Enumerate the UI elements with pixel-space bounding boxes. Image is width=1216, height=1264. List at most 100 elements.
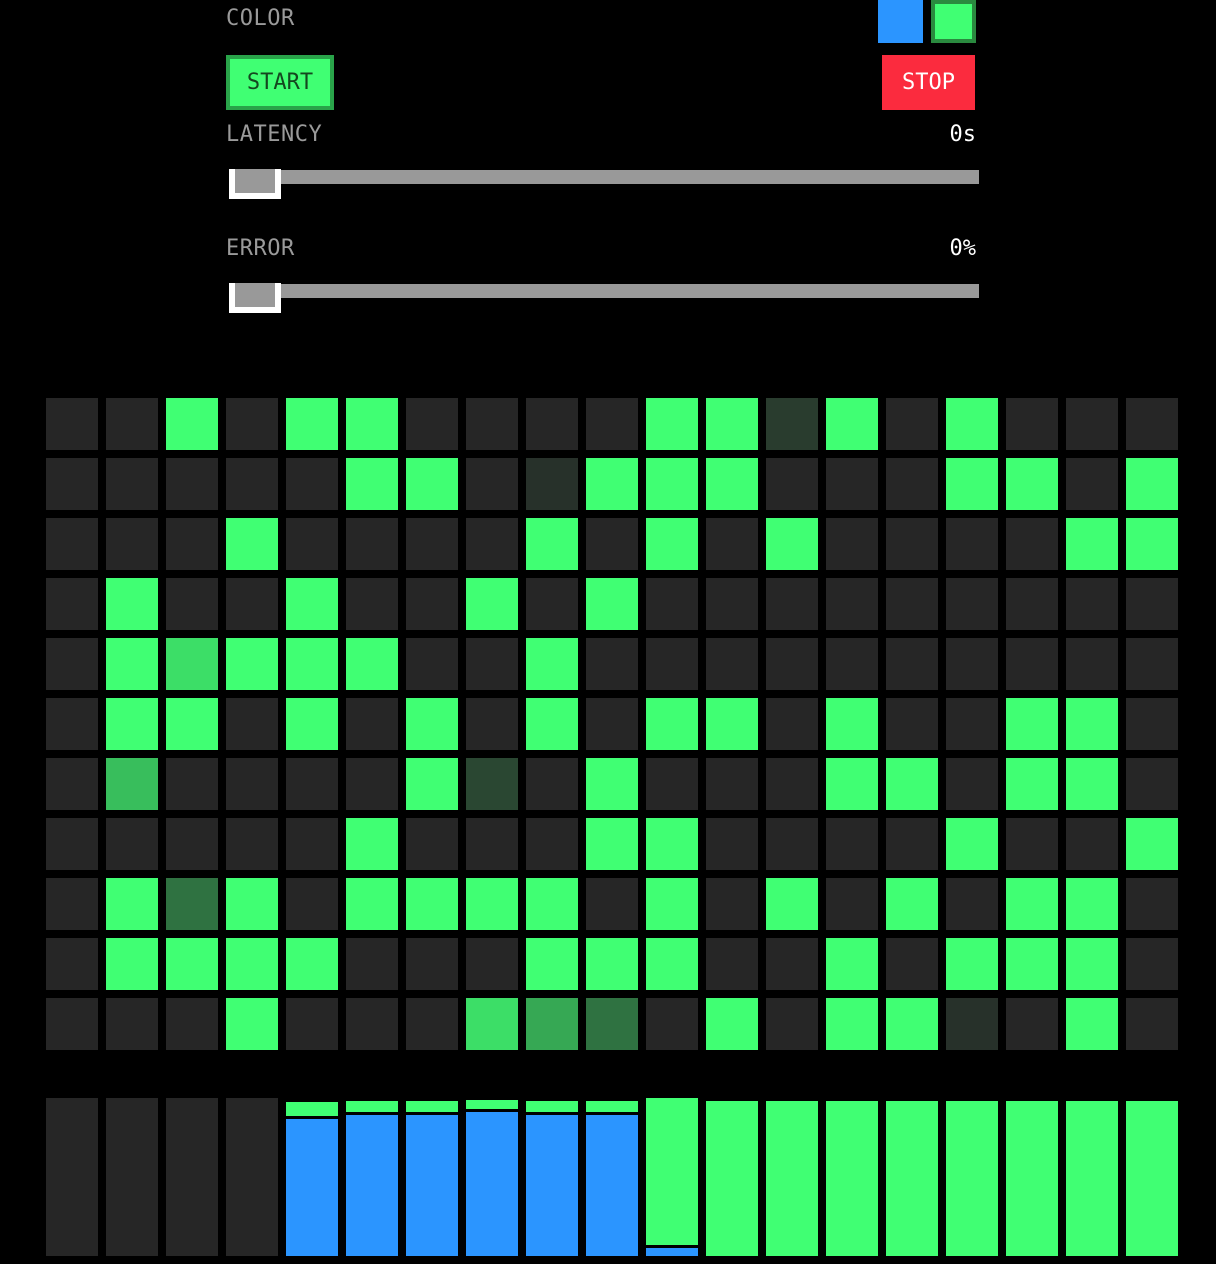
grid-cell[interactable] [946, 458, 998, 510]
grid-cell[interactable] [946, 698, 998, 750]
grid-cell[interactable] [466, 578, 518, 630]
grid-cell[interactable] [886, 698, 938, 750]
grid-cell[interactable] [1126, 938, 1178, 990]
grid-cell[interactable] [346, 458, 398, 510]
grid-cell[interactable] [166, 398, 218, 450]
latency-slider-thumb[interactable] [229, 169, 281, 199]
grid-cell[interactable] [106, 578, 158, 630]
grid-cell[interactable] [766, 638, 818, 690]
grid-cell[interactable] [946, 818, 998, 870]
grid-cell[interactable] [346, 878, 398, 930]
grid-cell[interactable] [646, 698, 698, 750]
grid-cell[interactable] [586, 518, 638, 570]
grid-cell[interactable] [1126, 818, 1178, 870]
grid-cell[interactable] [1066, 938, 1118, 990]
grid-cell[interactable] [646, 818, 698, 870]
grid-cell[interactable] [526, 878, 578, 930]
grid-cell[interactable] [466, 398, 518, 450]
grid-cell[interactable] [286, 938, 338, 990]
grid-cell[interactable] [46, 818, 98, 870]
grid-cell[interactable] [1066, 878, 1118, 930]
grid-cell[interactable] [226, 878, 278, 930]
grid-cell[interactable] [766, 758, 818, 810]
grid-cell[interactable] [1066, 518, 1118, 570]
grid-cell[interactable] [346, 398, 398, 450]
grid-cell[interactable] [226, 758, 278, 810]
grid-cell[interactable] [1006, 758, 1058, 810]
grid-cell[interactable] [526, 518, 578, 570]
grid-cell[interactable] [1006, 518, 1058, 570]
grid-cell[interactable] [1006, 638, 1058, 690]
grid-cell[interactable] [286, 698, 338, 750]
grid-cell[interactable] [406, 578, 458, 630]
grid-cell[interactable] [1066, 578, 1118, 630]
grid-cell[interactable] [226, 458, 278, 510]
grid-cell[interactable] [946, 578, 998, 630]
grid-cell[interactable] [766, 818, 818, 870]
grid-cell[interactable] [166, 938, 218, 990]
grid-cell[interactable] [106, 398, 158, 450]
grid-cell[interactable] [826, 578, 878, 630]
grid-cell[interactable] [646, 638, 698, 690]
grid-cell[interactable] [826, 698, 878, 750]
error-slider-track[interactable] [229, 284, 979, 298]
grid-cell[interactable] [1006, 818, 1058, 870]
error-slider-thumb[interactable] [229, 283, 281, 313]
grid-cell[interactable] [706, 998, 758, 1050]
grid-cell[interactable] [46, 578, 98, 630]
grid-cell[interactable] [166, 758, 218, 810]
start-button[interactable]: START [226, 55, 334, 110]
grid-cell[interactable] [1006, 998, 1058, 1050]
grid-cell[interactable] [406, 458, 458, 510]
grid-cell[interactable] [886, 878, 938, 930]
grid-cell[interactable] [1066, 638, 1118, 690]
stop-button[interactable]: STOP [882, 55, 975, 110]
grid-cell[interactable] [886, 758, 938, 810]
grid-cell[interactable] [1006, 398, 1058, 450]
grid-cell[interactable] [1066, 698, 1118, 750]
grid-cell[interactable] [346, 698, 398, 750]
grid-cell[interactable] [46, 998, 98, 1050]
grid-cell[interactable] [1126, 578, 1178, 630]
grid-cell[interactable] [286, 578, 338, 630]
grid-cell[interactable] [766, 518, 818, 570]
grid-cell[interactable] [766, 398, 818, 450]
grid-cell[interactable] [106, 878, 158, 930]
grid-cell[interactable] [886, 458, 938, 510]
grid-cell[interactable] [1126, 698, 1178, 750]
grid-cell[interactable] [466, 938, 518, 990]
grid-cell[interactable] [526, 938, 578, 990]
grid-cell[interactable] [346, 998, 398, 1050]
grid-cell[interactable] [886, 938, 938, 990]
grid-cell[interactable] [406, 998, 458, 1050]
grid-cell[interactable] [586, 458, 638, 510]
grid-cell[interactable] [586, 578, 638, 630]
grid-cell[interactable] [646, 398, 698, 450]
grid-cell[interactable] [586, 998, 638, 1050]
grid-cell[interactable] [46, 458, 98, 510]
grid-cell[interactable] [826, 458, 878, 510]
grid-cell[interactable] [646, 998, 698, 1050]
grid-cell[interactable] [586, 878, 638, 930]
grid-cell[interactable] [166, 878, 218, 930]
grid-cell[interactable] [346, 818, 398, 870]
grid-cell[interactable] [646, 578, 698, 630]
grid-cell[interactable] [346, 578, 398, 630]
grid-cell[interactable] [46, 398, 98, 450]
grid-cell[interactable] [286, 398, 338, 450]
grid-cell[interactable] [826, 398, 878, 450]
grid-cell[interactable] [946, 758, 998, 810]
grid-cell[interactable] [286, 638, 338, 690]
grid-cell[interactable] [226, 998, 278, 1050]
grid-cell[interactable] [1006, 878, 1058, 930]
grid-cell[interactable] [526, 698, 578, 750]
grid-cell[interactable] [106, 638, 158, 690]
grid-cell[interactable] [406, 758, 458, 810]
grid-cell[interactable] [226, 638, 278, 690]
grid-cell[interactable] [406, 518, 458, 570]
grid-cell[interactable] [586, 818, 638, 870]
grid-cell[interactable] [646, 458, 698, 510]
grid-cell[interactable] [1066, 818, 1118, 870]
grid-cell[interactable] [1066, 398, 1118, 450]
grid-cell[interactable] [526, 458, 578, 510]
